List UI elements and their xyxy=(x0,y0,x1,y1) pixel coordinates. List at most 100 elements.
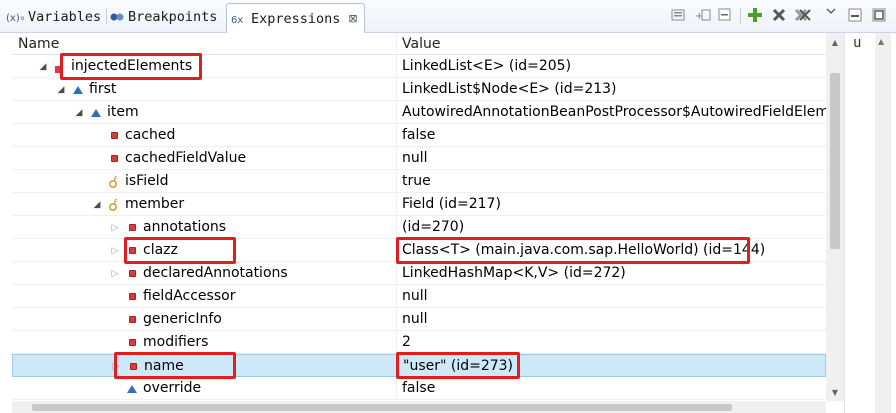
expanded-twisty-icon[interactable]: ◢ xyxy=(92,193,102,216)
package-field-icon xyxy=(126,377,138,400)
row-name: genericInfo xyxy=(143,311,222,327)
tree-row[interactable]: ▷ declaredAnnotations LinkedHashMap<K,V> (… xyxy=(12,262,826,285)
row-value: LinkedList$Node<E> (id=213) xyxy=(402,81,617,97)
svg-text:(x)=: (x)= xyxy=(6,13,24,23)
column-header-name[interactable]: Name xyxy=(18,33,59,55)
collapsed-twisty-icon[interactable]: ▷ xyxy=(110,262,120,285)
horizontal-scroll-thumb[interactable] xyxy=(32,404,732,411)
tree-row[interactable]: override false xyxy=(12,377,826,400)
view-menu-icon[interactable] xyxy=(822,2,840,20)
tree-row[interactable]: FisField true xyxy=(12,170,826,193)
tree-row[interactable]: ▷ annotations (id=270) xyxy=(12,216,826,239)
package-field-icon xyxy=(90,101,102,124)
row-name: clazz xyxy=(143,242,178,258)
svg-text:F: F xyxy=(114,176,118,183)
private-field-icon xyxy=(126,262,138,285)
private-field-icon xyxy=(126,239,138,262)
row-value: Class<T> (main.java.com.sap.HelloWorld) … xyxy=(402,242,766,258)
row-name: cached xyxy=(125,127,176,143)
private-field-icon xyxy=(126,216,138,239)
scroll-up-icon[interactable]: ▲ xyxy=(826,33,844,51)
tree-row[interactable]: ◢ first LinkedList$Node<E> (id=213) xyxy=(12,78,826,101)
view-tab-bar: (x)= Variables Breakpoints 6x Expression… xyxy=(0,0,896,33)
private-field-icon xyxy=(127,355,139,378)
final-field-icon: F xyxy=(108,170,120,193)
details-pane: u ▲ xyxy=(844,33,896,413)
expressions-tree-table[interactable]: Name Value ◢ FinjectedElements LinkedList<… xyxy=(12,33,826,401)
tree-row[interactable]: ▷ clazz Class<T> (main.java.com.sap.HelloW… xyxy=(12,239,826,262)
row-value: null xyxy=(402,150,428,166)
details-scrollbar[interactable]: ▲ xyxy=(875,33,891,413)
row-value: LinkedList<E> (id=205) xyxy=(402,58,572,74)
row-name: fieldAccessor xyxy=(143,288,236,304)
row-name: annotations xyxy=(143,219,227,235)
variables-icon: (x)= xyxy=(6,11,24,23)
svg-text:F: F xyxy=(60,61,64,68)
collapsed-twisty-icon[interactable]: ▷ xyxy=(110,239,120,262)
add-expression-icon[interactable] xyxy=(746,6,764,24)
row-value: "user" (id=273) xyxy=(403,358,514,374)
tree-row[interactable]: ▷ name "user" (id=273) xyxy=(12,354,826,377)
row-name: first xyxy=(89,81,117,97)
row-value: 2 xyxy=(402,334,411,350)
tree-row[interactable]: cachedFieldValue null xyxy=(12,147,826,170)
show-logical-icon[interactable] xyxy=(716,6,734,24)
collapsed-twisty-icon[interactable]: ▷ xyxy=(111,355,121,378)
scroll-down-icon[interactable]: ▼ xyxy=(826,383,844,401)
tab-breakpoints[interactable]: Breakpoints xyxy=(110,4,217,29)
tree-row[interactable]: cached false xyxy=(12,124,826,147)
tab-variables-label: Variables xyxy=(28,8,102,25)
expanded-twisty-icon[interactable]: ◢ xyxy=(74,101,84,124)
breakpoints-icon xyxy=(110,11,124,23)
tree-row[interactable]: modifiers 2 xyxy=(12,331,826,354)
private-field-icon xyxy=(126,331,138,354)
scroll-up-icon[interactable]: ▲ xyxy=(878,37,884,46)
minimize-icon[interactable] xyxy=(846,6,864,24)
row-name: override xyxy=(143,380,202,396)
select-expressions-icon[interactable]: + xyxy=(694,6,712,24)
tree-row[interactable]: ◢ FinjectedElements LinkedList<E> (id=205) xyxy=(12,55,826,78)
remove-expression-icon[interactable] xyxy=(770,6,788,24)
tree-row[interactable]: fieldAccessor null xyxy=(12,285,826,308)
row-name: modifiers xyxy=(143,334,209,350)
row-value: Field (id=217) xyxy=(402,196,501,212)
row-name: isField xyxy=(125,173,169,189)
field-icon: F xyxy=(54,55,66,78)
maximize-icon[interactable] xyxy=(870,6,888,24)
row-name: item xyxy=(107,104,139,120)
expanded-twisty-icon[interactable]: ◢ xyxy=(38,55,48,78)
row-value: null xyxy=(402,288,428,304)
tab-variables[interactable]: (x)= Variables xyxy=(6,4,101,29)
row-value: LinkedHashMap<K,V> (id=272) xyxy=(402,265,626,281)
svg-text:F: F xyxy=(114,199,118,206)
row-value: (id=270) xyxy=(402,219,465,235)
close-tab-icon[interactable]: ⊠ xyxy=(348,12,357,25)
final-field-icon: F xyxy=(108,193,120,216)
row-value: false xyxy=(402,380,436,396)
row-value: true xyxy=(402,173,431,189)
remove-all-icon[interactable] xyxy=(794,6,812,24)
collapsed-twisty-icon[interactable]: ▷ xyxy=(110,216,120,239)
row-value: AutowiredAnnotationBeanPostProcessor$Aut… xyxy=(402,104,826,120)
tree-row[interactable]: ◢ Fmember Field (id=217) xyxy=(12,193,826,216)
private-field-icon xyxy=(108,124,120,147)
tree-row[interactable]: ◢ item AutowiredAnnotationBeanPostProcesso… xyxy=(12,101,826,124)
table-header: Name Value xyxy=(12,33,826,55)
column-header-value[interactable]: Value xyxy=(402,33,440,55)
scroll-thumb[interactable] xyxy=(830,73,840,249)
tab-breakpoints-label: Breakpoints xyxy=(128,8,218,25)
tab-expressions[interactable]: 6x Expressions ⊠ xyxy=(226,3,365,33)
row-name: injectedElements xyxy=(71,58,193,74)
row-name: name xyxy=(144,358,184,374)
expanded-twisty-icon[interactable]: ◢ xyxy=(56,78,66,101)
private-field-icon xyxy=(126,285,138,308)
collapse-all-icon[interactable] xyxy=(670,6,688,24)
row-name: member xyxy=(125,196,185,212)
row-value: false xyxy=(402,127,436,143)
horizontal-scrollbar[interactable] xyxy=(12,401,826,413)
tree-row[interactable]: genericInfo null xyxy=(12,308,826,331)
row-name: cachedFieldValue xyxy=(125,150,247,166)
vertical-scrollbar[interactable]: ▲ ▼ xyxy=(826,33,844,401)
package-field-icon xyxy=(72,78,84,101)
private-field-icon xyxy=(126,308,138,331)
